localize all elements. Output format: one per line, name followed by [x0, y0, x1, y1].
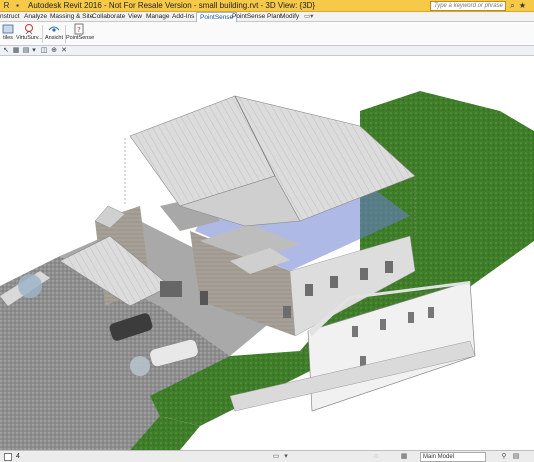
view-control-icon[interactable]: ▾ [282, 453, 290, 461]
pin-icon[interactable]: ⊕ [50, 47, 58, 55]
view-control-icon[interactable]: ▦ [400, 453, 408, 461]
tab-collaborate[interactable]: Collaborate [92, 12, 125, 22]
facade-window [428, 307, 434, 318]
view-cube-icon[interactable]: ◫ [40, 47, 48, 55]
filter-icon[interactable]: ⚲ [500, 453, 508, 461]
status-bar: 4 ▭ ▾ ◌ ▦ Main Model ⚲ ▤ [0, 450, 534, 462]
window-title: Autodesk Revit 2016 - Not For Resale Ver… [28, 1, 316, 10]
tab-pointsense-plant[interactable]: PointSense Plant [232, 12, 282, 22]
search-input[interactable]: Type a keyword or phrase [430, 1, 506, 11]
facade-window [380, 319, 386, 330]
pointsense-button[interactable]: ? PointSense [66, 23, 95, 45]
tree [130, 356, 150, 376]
ribbon-panel: tiles VirtuSurv... Ansicht ? PointSense [0, 22, 534, 46]
tab-modify[interactable]: Modify [280, 12, 299, 22]
filter-icon[interactable]: ▤ [22, 47, 30, 55]
3d-model-canvas[interactable] [0, 56, 534, 450]
info-center-icon[interactable]: ★ [518, 1, 527, 10]
ansicht-icon [48, 23, 60, 35]
ribbon-separator [42, 25, 43, 43]
dropdown-icon[interactable]: ▾ [30, 47, 38, 55]
ansicht-label: Ansicht [44, 35, 64, 41]
modify-icon[interactable]: ↖ [2, 47, 10, 55]
window [360, 268, 368, 280]
virtusurvey-icon [23, 23, 35, 35]
garage-door [160, 281, 182, 297]
tab-massing-site[interactable]: Massing & Site [50, 12, 93, 22]
tiles-label: tiles [3, 35, 13, 41]
window [283, 306, 291, 318]
quick-save-icon[interactable]: ▪ [13, 1, 22, 10]
title-bar: R ▪ Autodesk Revit 2016 - Not For Resale… [0, 0, 534, 12]
tab-manage[interactable]: Manage [146, 12, 170, 22]
front-door [200, 291, 208, 305]
virtusurvey-label: VirtuSurv... [16, 35, 43, 41]
view-control-icon[interactable]: ◌ [372, 453, 380, 461]
ribbon-options-icon[interactable]: ▭▾ [304, 12, 313, 22]
3d-viewport[interactable] [0, 56, 534, 450]
virtusurvey-button[interactable]: VirtuSurv... [16, 23, 43, 45]
tab-view[interactable]: View [128, 12, 142, 22]
secondary-toolbar: ↖ ▦ ▤ ▾ ◫ ⊕ ✕ [0, 46, 534, 56]
facade-window [352, 326, 358, 337]
tab-construct[interactable]: nstruct [0, 12, 20, 22]
facade-window [408, 312, 414, 323]
tab-add-ins[interactable]: Add-Ins [172, 12, 194, 22]
active-model-dropdown[interactable]: Main Model [420, 452, 486, 462]
view-control-icon[interactable]: ▭ [272, 453, 280, 461]
ribbon-tabs: nstruct Analyze Massing & Site Collabora… [0, 12, 534, 22]
window [305, 284, 313, 296]
tiles-icon [2, 23, 14, 35]
select-icon[interactable]: ▦ [12, 47, 20, 55]
tree [18, 274, 42, 298]
tiles-button[interactable]: tiles [0, 23, 16, 45]
svg-text:?: ? [77, 26, 81, 34]
window [330, 276, 338, 288]
app-menu-icon[interactable]: R [2, 1, 11, 10]
tab-analyze[interactable]: Analyze [24, 12, 47, 22]
window [385, 261, 393, 273]
binoculars-icon[interactable]: ⌕ [508, 1, 517, 10]
ansicht-button[interactable]: Ansicht [44, 23, 64, 45]
selection-icon[interactable]: ▤ [512, 453, 520, 461]
workset-icon[interactable] [4, 453, 12, 461]
pointsense-label: PointSense [66, 35, 95, 41]
scale-readout: 4 [16, 453, 20, 460]
close-icon[interactable]: ✕ [60, 47, 68, 55]
pointsense-icon: ? [73, 23, 85, 35]
